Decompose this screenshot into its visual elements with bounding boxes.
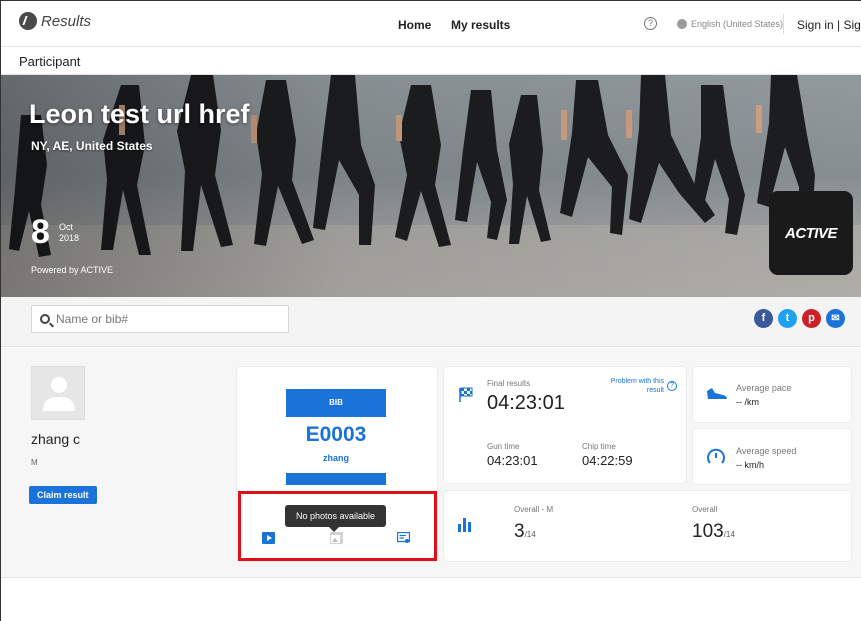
facebook-share-icon[interactable]: f bbox=[754, 309, 773, 328]
help-icon[interactable]: ? bbox=[644, 17, 657, 30]
email-share-icon[interactable]: ✉ bbox=[826, 309, 845, 328]
search-icon bbox=[40, 314, 50, 324]
highlight-box bbox=[238, 491, 437, 561]
pace-value: -- /km bbox=[736, 397, 759, 407]
nav-divider bbox=[783, 14, 784, 34]
claim-result-button[interactable]: Claim result bbox=[29, 486, 97, 504]
avatar bbox=[31, 366, 85, 420]
page: Results Home My results ? English (Unite… bbox=[0, 0, 861, 621]
overall-label: Overall bbox=[692, 505, 718, 514]
pinterest-share-icon[interactable]: p bbox=[802, 309, 821, 328]
bib-name: zhang bbox=[323, 453, 349, 463]
overall-m-rank: 3 bbox=[514, 521, 525, 542]
avatar-body bbox=[43, 397, 75, 411]
signin-link[interactable]: Sign in | Sign up bbox=[797, 18, 861, 32]
search-band: f t p ✉ bbox=[1, 297, 861, 347]
results-logo[interactable]: Results bbox=[19, 12, 91, 30]
search-input[interactable] bbox=[56, 312, 276, 326]
avatar-head bbox=[51, 377, 67, 393]
twitter-share-icon[interactable]: t bbox=[778, 309, 797, 328]
brand-name: Results bbox=[41, 12, 92, 30]
event-month-year: Oct 2018 bbox=[59, 222, 79, 244]
ranking-card: Overall - M 3/14 Overall 103/14 bbox=[444, 491, 851, 561]
overall-total: /14 bbox=[723, 530, 735, 539]
speed-label: Average speed bbox=[736, 446, 797, 456]
speed-card: Average speed -- km/h bbox=[693, 429, 851, 484]
nav-home[interactable]: Home bbox=[398, 18, 431, 32]
bib-footer-bar bbox=[286, 473, 386, 485]
overall-m-label: Overall - M bbox=[514, 505, 554, 514]
chip-time-label: Chip time bbox=[582, 442, 616, 451]
overall-m-total: /14 bbox=[524, 530, 536, 539]
pace-label: Average pace bbox=[736, 383, 792, 393]
event-year: 2018 bbox=[59, 233, 80, 243]
chip-time: 04:22:59 bbox=[582, 453, 633, 468]
checkered-flag-icon bbox=[459, 387, 473, 402]
top-nav: Results Home My results ? English (Unite… bbox=[1, 1, 861, 47]
page-title: Participant bbox=[1, 48, 861, 75]
event-location: NY, AE, United States bbox=[31, 139, 153, 153]
bib-header: BIB bbox=[286, 389, 386, 417]
active-logo-badge: ACTIVE bbox=[769, 191, 853, 275]
event-day: 8 bbox=[31, 213, 50, 251]
language-selector[interactable]: English (United States) bbox=[677, 19, 783, 29]
participant-name: zhang c bbox=[31, 431, 81, 447]
problem-link[interactable]: Problem with this result bbox=[604, 377, 664, 395]
language-label: English (United States) bbox=[691, 19, 784, 29]
overall-rank: 103 bbox=[692, 521, 724, 542]
speedometer-icon bbox=[707, 448, 725, 464]
globe-icon bbox=[677, 19, 687, 29]
results-logo-icon bbox=[19, 12, 37, 30]
event-month: Oct bbox=[59, 222, 74, 232]
bib-number: E0003 bbox=[305, 423, 367, 446]
speed-value: -- km/h bbox=[736, 460, 764, 470]
final-results-label: Final results bbox=[487, 379, 531, 388]
event-title: Leon test url href bbox=[29, 99, 250, 129]
results-card: Final results 04:23:01 Problem with this… bbox=[444, 367, 686, 483]
gun-time: 04:23:01 bbox=[487, 453, 538, 468]
problem-help-icon[interactable]: ? bbox=[667, 381, 677, 391]
powered-by: Powered by ACTIVE bbox=[31, 265, 114, 275]
final-time: 04:23:01 bbox=[487, 392, 565, 414]
overall-value: 103/14 bbox=[692, 521, 735, 543]
shoe-icon bbox=[707, 388, 727, 399]
gun-time-label: Gun time bbox=[487, 442, 520, 451]
bar-chart-icon bbox=[458, 518, 471, 532]
nav-my-results[interactable]: My results bbox=[451, 18, 510, 32]
active-logo-text: ACTIVE bbox=[784, 224, 838, 242]
event-hero: Leon test url href NY, AE, United States… bbox=[1, 75, 861, 297]
overall-m-value: 3/14 bbox=[514, 521, 536, 543]
participant-gender: M bbox=[31, 458, 38, 467]
pace-card: Average pace -- /km bbox=[693, 367, 851, 422]
search-box[interactable] bbox=[31, 305, 289, 333]
